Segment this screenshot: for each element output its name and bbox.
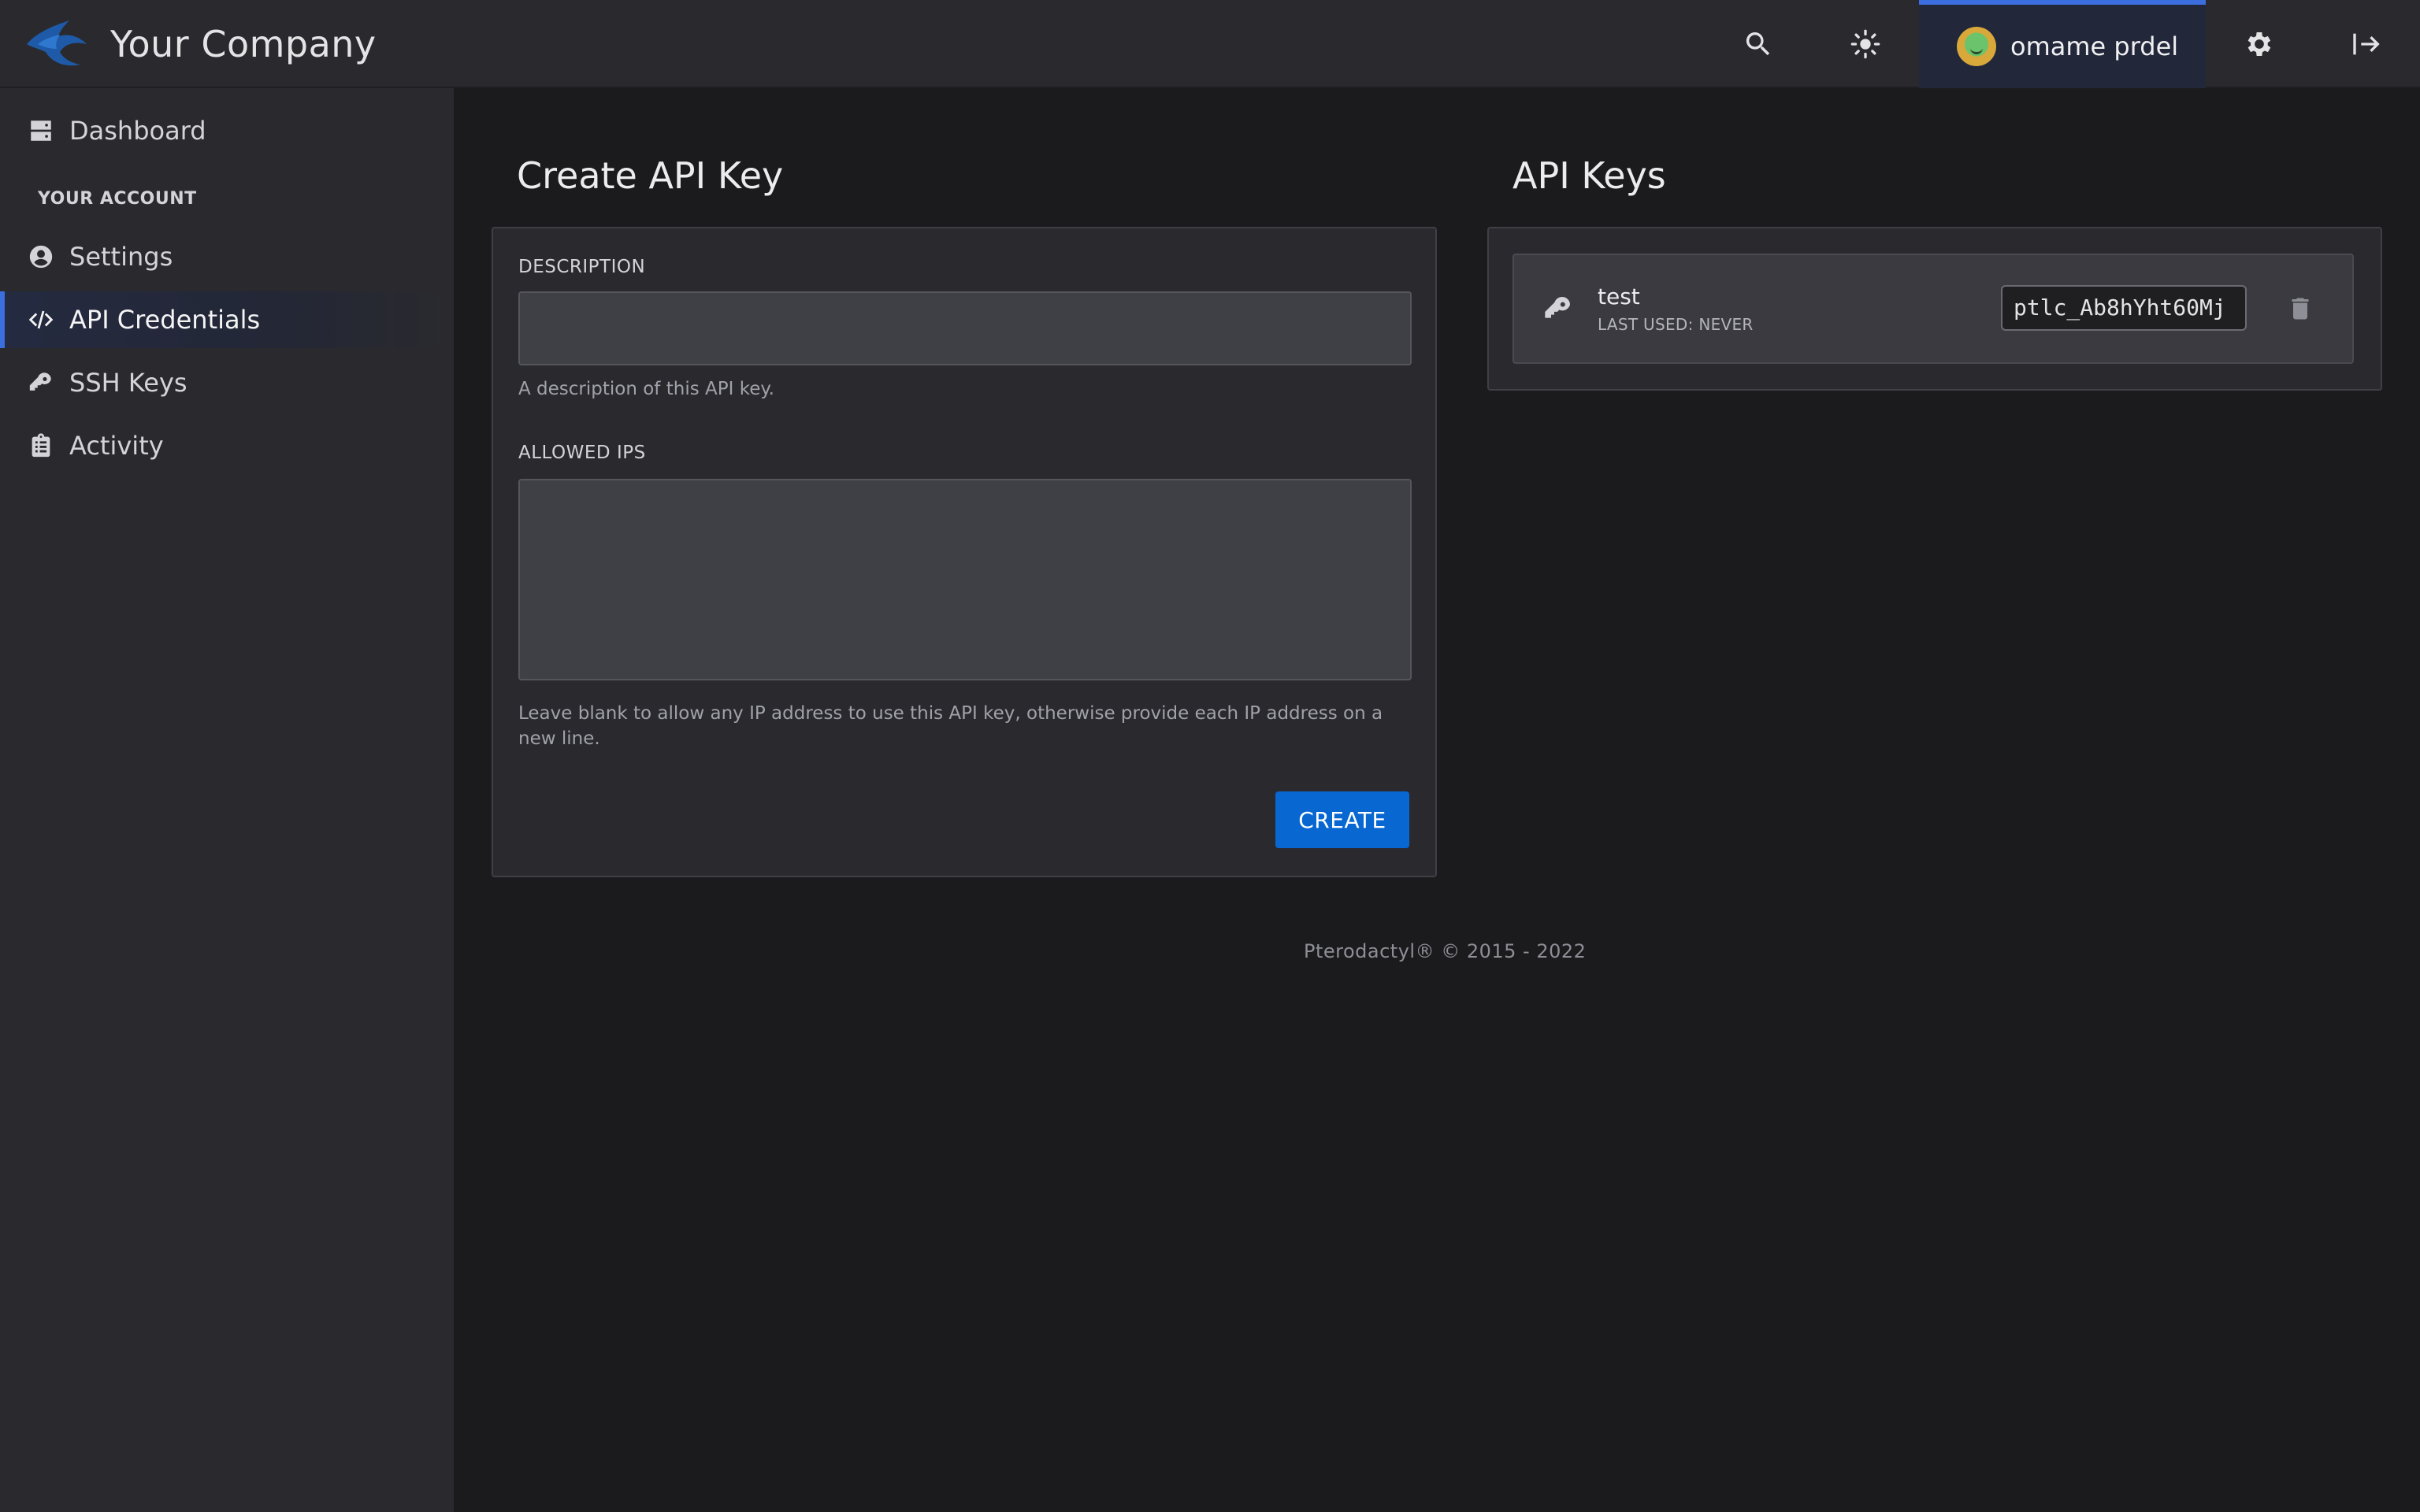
logout-icon[interactable] bbox=[2344, 22, 2388, 66]
allowed-ips-help: Leave blank to allow any IP address to u… bbox=[518, 703, 1383, 749]
allowed-ips-label: ALLOWED IPS bbox=[518, 443, 646, 463]
top-navbar: Your Company omame prdel bbox=[0, 0, 2420, 88]
brand-name[interactable]: Your Company bbox=[110, 19, 377, 69]
key-icon bbox=[25, 367, 57, 398]
create-button[interactable]: CREATE bbox=[1275, 791, 1409, 848]
allowed-ips-textarea[interactable] bbox=[518, 479, 1412, 680]
sidebar: Dashboard YOUR ACCOUNT Settings API Cred… bbox=[0, 88, 454, 1512]
api-key-name: test bbox=[1598, 284, 1640, 309]
search-icon[interactable] bbox=[1736, 22, 1780, 66]
api-key-last-used: LAST USED: NEVER bbox=[1598, 315, 1754, 334]
sidebar-item-dashboard[interactable]: Dashboard bbox=[0, 102, 454, 159]
company-logo[interactable] bbox=[24, 17, 90, 69]
sidebar-item-ssh-keys[interactable]: SSH Keys bbox=[0, 354, 454, 411]
sidebar-item-label: Dashboard bbox=[69, 116, 206, 146]
gear-icon[interactable] bbox=[2237, 22, 2281, 66]
sidebar-item-label: Activity bbox=[69, 431, 164, 461]
sidebar-item-label: API Credentials bbox=[69, 305, 261, 335]
server-icon bbox=[25, 115, 57, 146]
description-label: DESCRIPTION bbox=[518, 257, 646, 277]
user-menu[interactable]: omame prdel bbox=[1919, 0, 2206, 88]
description-help: A description of this API key. bbox=[518, 379, 774, 399]
theme-toggle-icon[interactable] bbox=[1843, 22, 1887, 66]
user-circle-icon bbox=[25, 241, 57, 272]
description-input[interactable] bbox=[518, 291, 1412, 365]
section-label: YOUR ACCOUNT bbox=[38, 189, 197, 209]
sidebar-item-label: Settings bbox=[69, 242, 173, 272]
username: omame prdel bbox=[2010, 32, 2179, 61]
list-item: test LAST USED: NEVER ptlc_Ab8hYht60Mj bbox=[1512, 254, 2354, 364]
api-keys-title: API Keys bbox=[1512, 154, 1666, 197]
clipboard-icon bbox=[25, 430, 57, 461]
key-icon bbox=[1542, 293, 1574, 324]
api-key-token[interactable]: ptlc_Ab8hYht60Mj bbox=[2001, 285, 2247, 331]
code-icon bbox=[25, 304, 57, 335]
sidebar-item-label: SSH Keys bbox=[69, 368, 187, 398]
footer-copyright[interactable]: Pterodactyl® © 2015 - 2022 bbox=[1304, 940, 1586, 962]
sidebar-item-api-credentials[interactable]: API Credentials bbox=[0, 291, 454, 348]
trash-icon[interactable] bbox=[2283, 291, 2318, 326]
create-api-key-panel: DESCRIPTION A description of this API ke… bbox=[492, 227, 1437, 877]
sidebar-item-activity[interactable]: Activity bbox=[0, 417, 454, 474]
avatar bbox=[1957, 27, 1996, 66]
sidebar-item-settings[interactable]: Settings bbox=[0, 228, 454, 285]
create-api-key-title: Create API Key bbox=[517, 154, 784, 197]
